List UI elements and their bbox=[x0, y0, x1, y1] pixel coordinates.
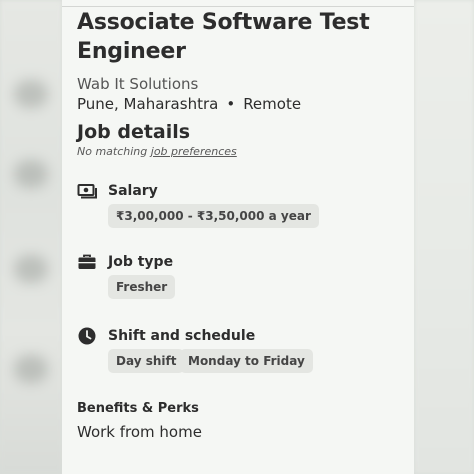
divider bbox=[62, 6, 414, 7]
background-smudge bbox=[14, 160, 48, 188]
benefit-item: Work from home bbox=[77, 423, 202, 441]
schedule-chip-day-shift: Day shift bbox=[108, 349, 185, 373]
money-icon bbox=[77, 184, 97, 199]
company-name[interactable]: Wab It Solutions bbox=[77, 75, 198, 93]
preferences-note: No matching job preferences bbox=[77, 145, 237, 158]
preferences-note-text: No matching bbox=[77, 145, 151, 158]
blurred-background-left bbox=[0, 0, 62, 474]
job-location: Pune, Maharashtra bbox=[77, 95, 219, 113]
briefcase-icon bbox=[78, 254, 96, 269]
background-smudge bbox=[14, 255, 48, 283]
location-row: Pune, Maharashtra • Remote bbox=[77, 95, 301, 113]
background-smudge bbox=[14, 355, 48, 383]
job-type-label: Job type bbox=[108, 254, 174, 270]
clock-icon bbox=[78, 327, 96, 345]
separator-dot: • bbox=[226, 95, 236, 113]
job-details-heading: Job details bbox=[77, 121, 191, 143]
schedule-chip-weekdays: Monday to Friday bbox=[180, 349, 313, 373]
salary-chip: ₹3,00,000 - ₹3,50,000 a year bbox=[108, 204, 319, 228]
blurred-background-right bbox=[414, 0, 474, 474]
schedule-label: Shift and schedule bbox=[108, 328, 256, 344]
work-mode: Remote bbox=[243, 95, 302, 113]
job-preferences-link[interactable]: job preferences bbox=[151, 145, 237, 158]
job-title: Associate Software Test Engineer bbox=[77, 10, 370, 64]
job-detail-card: Associate Software Test Engineer Wab It … bbox=[62, 0, 414, 474]
benefits-heading: Benefits & Perks bbox=[77, 401, 199, 416]
job-type-chip: Fresher bbox=[108, 275, 176, 299]
salary-label: Salary bbox=[108, 183, 158, 199]
background-smudge bbox=[14, 80, 48, 108]
